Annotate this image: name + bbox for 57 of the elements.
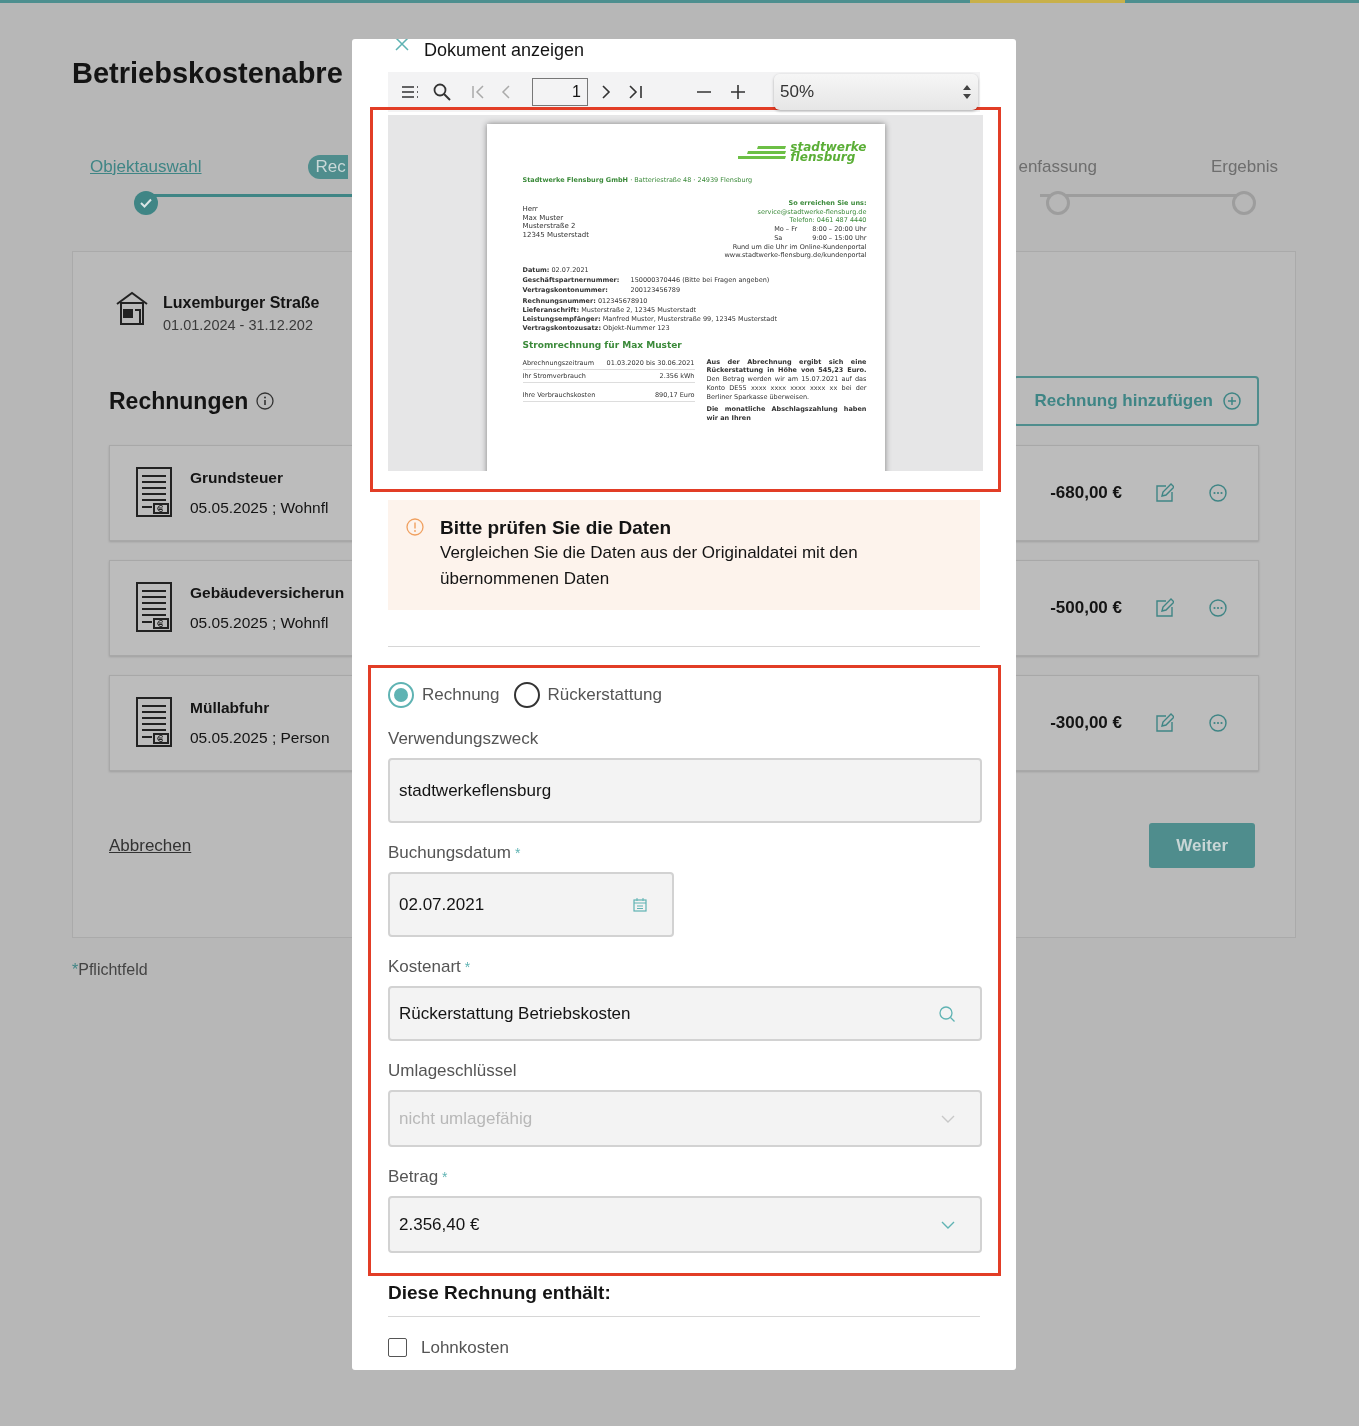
page-title: Betriebskostenabre [72,56,343,91]
close-icon[interactable] [394,39,410,52]
warning-icon [406,518,424,536]
invoice-details: 05.05.2025 ; Person [190,727,330,748]
search-icon [432,82,452,102]
plus-circle-icon [1223,391,1241,410]
field-label: Umlageschlüssel [388,1060,518,1082]
section-title: Rechnungen [109,386,249,416]
property-name: Luxemburger Straße [163,293,320,313]
document-heading: Stromrechnung für Max Muster [522,339,683,352]
input-field[interactable]: stadtwerkeflensburg [388,758,982,823]
edit-icon[interactable] [1154,712,1174,733]
edit-icon[interactable] [1154,597,1174,618]
dialog-title: Dokument anzeigen [424,39,585,62]
field-label: Kostenart * [388,956,472,978]
invoice-icon [134,580,174,635]
calendar-icon [632,896,648,913]
alert-text: Vergleichen Sie die Daten aus der Originaldatei mit den übernommenen Daten [440,542,859,590]
search-field[interactable]: Rückerstattung Betriebskosten [388,986,982,1041]
cancel-link[interactable]: Abbrechen [109,832,192,858]
checkbox[interactable]: Lohnkosten [388,1334,980,1360]
required-note: *Pflichtfeld [72,960,148,980]
stripes-icon [738,145,789,159]
more-icon[interactable] [1208,482,1228,503]
zoom-select[interactable]: 50% [774,74,978,110]
invoice-title: Grundsteuer [190,467,284,488]
logo-text: stadtwerke [790,142,867,152]
zoom-in-icon [731,85,745,99]
updown-icon [962,83,972,101]
search-icon [938,1004,956,1023]
invoice-amount: -500,00 € [1050,596,1122,619]
invoice-amount: -680,00 € [1050,481,1122,504]
invoice-amount: -300,00 € [1050,711,1122,734]
select-field[interactable]: 2.356,40 € [388,1196,982,1253]
house-icon [115,290,149,326]
invoice-icon [134,465,174,520]
page-number-field[interactable]: 1 [532,78,588,106]
logo-text: flensburg [790,152,856,162]
more-icon[interactable] [1208,597,1228,618]
property-period: 01.01.2024 - 31.12.202 [163,316,314,335]
field-label: Betrag * [388,1166,449,1188]
invoice-title: Gebäudeversicherun [190,582,345,603]
alert-title: Bitte prüfen Sie die Daten [440,516,673,540]
type-radio[interactable]: Rückerstattung [513,682,662,708]
field-label: Verwendungszweck [388,728,540,750]
more-icon[interactable] [1208,712,1228,733]
edit-icon[interactable] [1154,482,1174,503]
check-icon [138,197,153,209]
invoice-details: 05.05.2025 ; Wohnfl [190,497,329,518]
section-heading: Diese Rechnung enthält: [388,1279,980,1317]
field-label: Buchungsdatum * [388,842,522,864]
date-field[interactable]: 02.07.2021 [388,872,674,937]
type-radio[interactable]: Rechnung [388,682,500,708]
invoice-details: 05.05.2025 ; Wohnfl [190,612,330,633]
invoice-title: Müllabfuhr [190,697,271,718]
info-icon [256,391,275,410]
invoice-icon [134,695,174,750]
